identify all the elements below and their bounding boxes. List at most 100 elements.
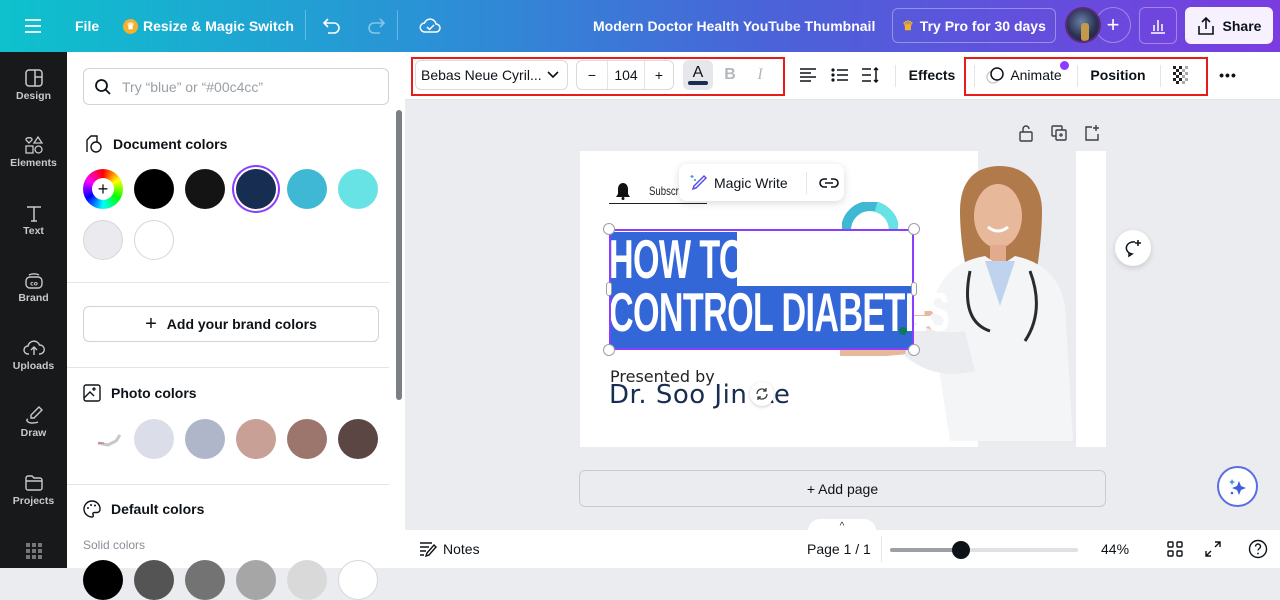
effects-button[interactable]: Effects <box>905 60 959 90</box>
try-pro-button[interactable]: ♛ Try Pro for 30 days <box>892 8 1056 43</box>
share-button[interactable]: Share <box>1185 7 1273 44</box>
add-comment-button[interactable] <box>1115 230 1151 266</box>
document-color-swatch[interactable] <box>134 169 174 209</box>
decrease-font-size-button[interactable]: − <box>577 61 608 89</box>
photo-color-swatch[interactable] <box>287 419 327 459</box>
document-palette-icon <box>86 135 102 153</box>
photo-thumbnail[interactable] <box>95 427 125 451</box>
rail-item-design[interactable]: Design <box>0 68 67 102</box>
document-title[interactable]: Modern Doctor Health YouTube Thumbnail <box>593 0 875 52</box>
divider <box>67 367 389 368</box>
save-status-button[interactable] <box>419 0 441 52</box>
try-pro-label: Try Pro for 30 days <box>919 17 1046 34</box>
align-left-icon <box>800 68 816 82</box>
resize-magic-switch-button[interactable]: ♛ Resize & Magic Switch <box>123 0 294 52</box>
more-options-button[interactable]: ••• <box>1217 60 1239 90</box>
document-color-swatch[interactable] <box>185 169 225 209</box>
solid-color-swatch[interactable] <box>236 560 276 600</box>
link-button[interactable] <box>819 176 839 190</box>
animate-button[interactable]: Animate <box>984 60 1064 90</box>
notes-label: Notes <box>443 541 480 557</box>
magic-write-popover: Magic Write <box>679 164 844 201</box>
photo-color-swatch[interactable] <box>134 419 174 459</box>
divider <box>974 65 975 87</box>
solid-color-swatch[interactable] <box>134 560 174 600</box>
rail-item-brand[interactable]: co Brand <box>0 270 67 304</box>
expand-icon <box>1205 541 1221 557</box>
default-colors-heading: Default colors <box>83 500 204 518</box>
file-menu[interactable]: File <box>75 0 99 52</box>
rail-item-apps[interactable] <box>0 542 67 562</box>
notes-button[interactable]: Notes <box>419 530 480 568</box>
solid-color-swatch[interactable] <box>185 560 225 600</box>
bottom-bar: Notes Page 1 / 1 44% <box>405 530 1280 568</box>
zoom-percentage[interactable]: 44% <box>1101 530 1129 568</box>
panel-scrollbar[interactable] <box>396 110 402 400</box>
transparency-button[interactable] <box>1171 60 1193 90</box>
rail-item-draw[interactable]: Draw <box>0 405 67 439</box>
solid-color-swatch[interactable] <box>287 560 327 600</box>
resize-handle-top-left[interactable] <box>603 223 615 235</box>
duplicate-page-icon[interactable] <box>1051 124 1067 142</box>
list-button[interactable] <box>829 60 851 90</box>
rail-label: Design <box>15 90 51 102</box>
font-size-input[interactable]: 104 <box>608 61 645 89</box>
add-page-icon[interactable] <box>1084 124 1100 142</box>
increase-font-size-button[interactable]: + <box>645 61 673 89</box>
add-color-button[interactable]: + <box>83 169 123 209</box>
text-color-button[interactable]: A <box>683 60 713 90</box>
document-color-swatch[interactable] <box>287 169 327 209</box>
color-search-input[interactable] <box>122 78 362 95</box>
italic-button[interactable]: I <box>749 60 771 90</box>
undo-button[interactable] <box>322 0 342 52</box>
document-color-swatch[interactable] <box>338 169 378 209</box>
resize-handle-bottom-right[interactable] <box>908 344 920 356</box>
zoom-slider-thumb[interactable] <box>952 541 970 559</box>
link-icon <box>819 177 839 188</box>
rotate-button[interactable] <box>750 382 774 406</box>
more-icon: ••• <box>1219 67 1237 83</box>
color-search[interactable] <box>83 68 389 105</box>
lock-icon[interactable] <box>1018 124 1034 142</box>
menu-button[interactable] <box>24 0 42 52</box>
photo-color-swatch[interactable] <box>338 419 378 459</box>
solid-color-swatch[interactable] <box>83 560 123 600</box>
resize-handle-top-right[interactable] <box>908 223 920 235</box>
photo-color-swatch[interactable] <box>185 419 225 459</box>
document-colors-heading: Document colors <box>83 134 227 154</box>
solid-color-swatch[interactable] <box>338 560 378 600</box>
grid-view-button[interactable] <box>1167 530 1183 568</box>
document-color-swatch[interactable] <box>83 220 123 260</box>
cloud-check-icon <box>419 18 441 33</box>
avatar[interactable] <box>1065 7 1101 43</box>
rail-item-text[interactable]: Text <box>0 203 67 237</box>
spacing-button[interactable] <box>860 60 882 90</box>
resize-handle-bottom-left[interactable] <box>603 344 615 356</box>
rail-item-projects[interactable]: Projects <box>0 473 67 507</box>
rail-item-uploads[interactable]: Uploads <box>0 338 67 372</box>
document-color-swatch[interactable] <box>134 220 174 260</box>
fullscreen-button[interactable] <box>1205 530 1221 568</box>
selection-box[interactable] <box>609 229 914 350</box>
bold-button[interactable]: B <box>719 60 741 90</box>
photo-color-swatch[interactable] <box>236 419 276 459</box>
magic-assistant-button[interactable] <box>1217 466 1258 507</box>
rail-item-elements[interactable]: Elements <box>0 135 67 169</box>
page-indicator[interactable]: Page 1 / 1 <box>807 530 871 568</box>
rail-label: Projects <box>12 495 55 507</box>
redo-button[interactable] <box>366 0 386 52</box>
help-button[interactable] <box>1248 530 1268 568</box>
resize-handle-right[interactable] <box>911 282 917 296</box>
add-brand-colors-button[interactable]: + Add your brand colors <box>83 306 379 342</box>
insights-button[interactable] <box>1139 7 1177 44</box>
align-button[interactable] <box>797 60 819 90</box>
resize-handle-left[interactable] <box>606 282 612 296</box>
position-button[interactable]: Position <box>1087 60 1149 90</box>
plus-icon: + <box>145 312 157 335</box>
magic-write-button[interactable]: Magic Write <box>679 173 796 193</box>
add-page-button[interactable]: + Add page <box>579 470 1106 507</box>
font-family-dropdown[interactable]: Bebas Neue Cyril... <box>415 60 568 90</box>
document-color-swatch[interactable] <box>236 169 276 209</box>
zoom-slider[interactable] <box>890 548 1078 552</box>
projects-icon <box>24 475 43 491</box>
